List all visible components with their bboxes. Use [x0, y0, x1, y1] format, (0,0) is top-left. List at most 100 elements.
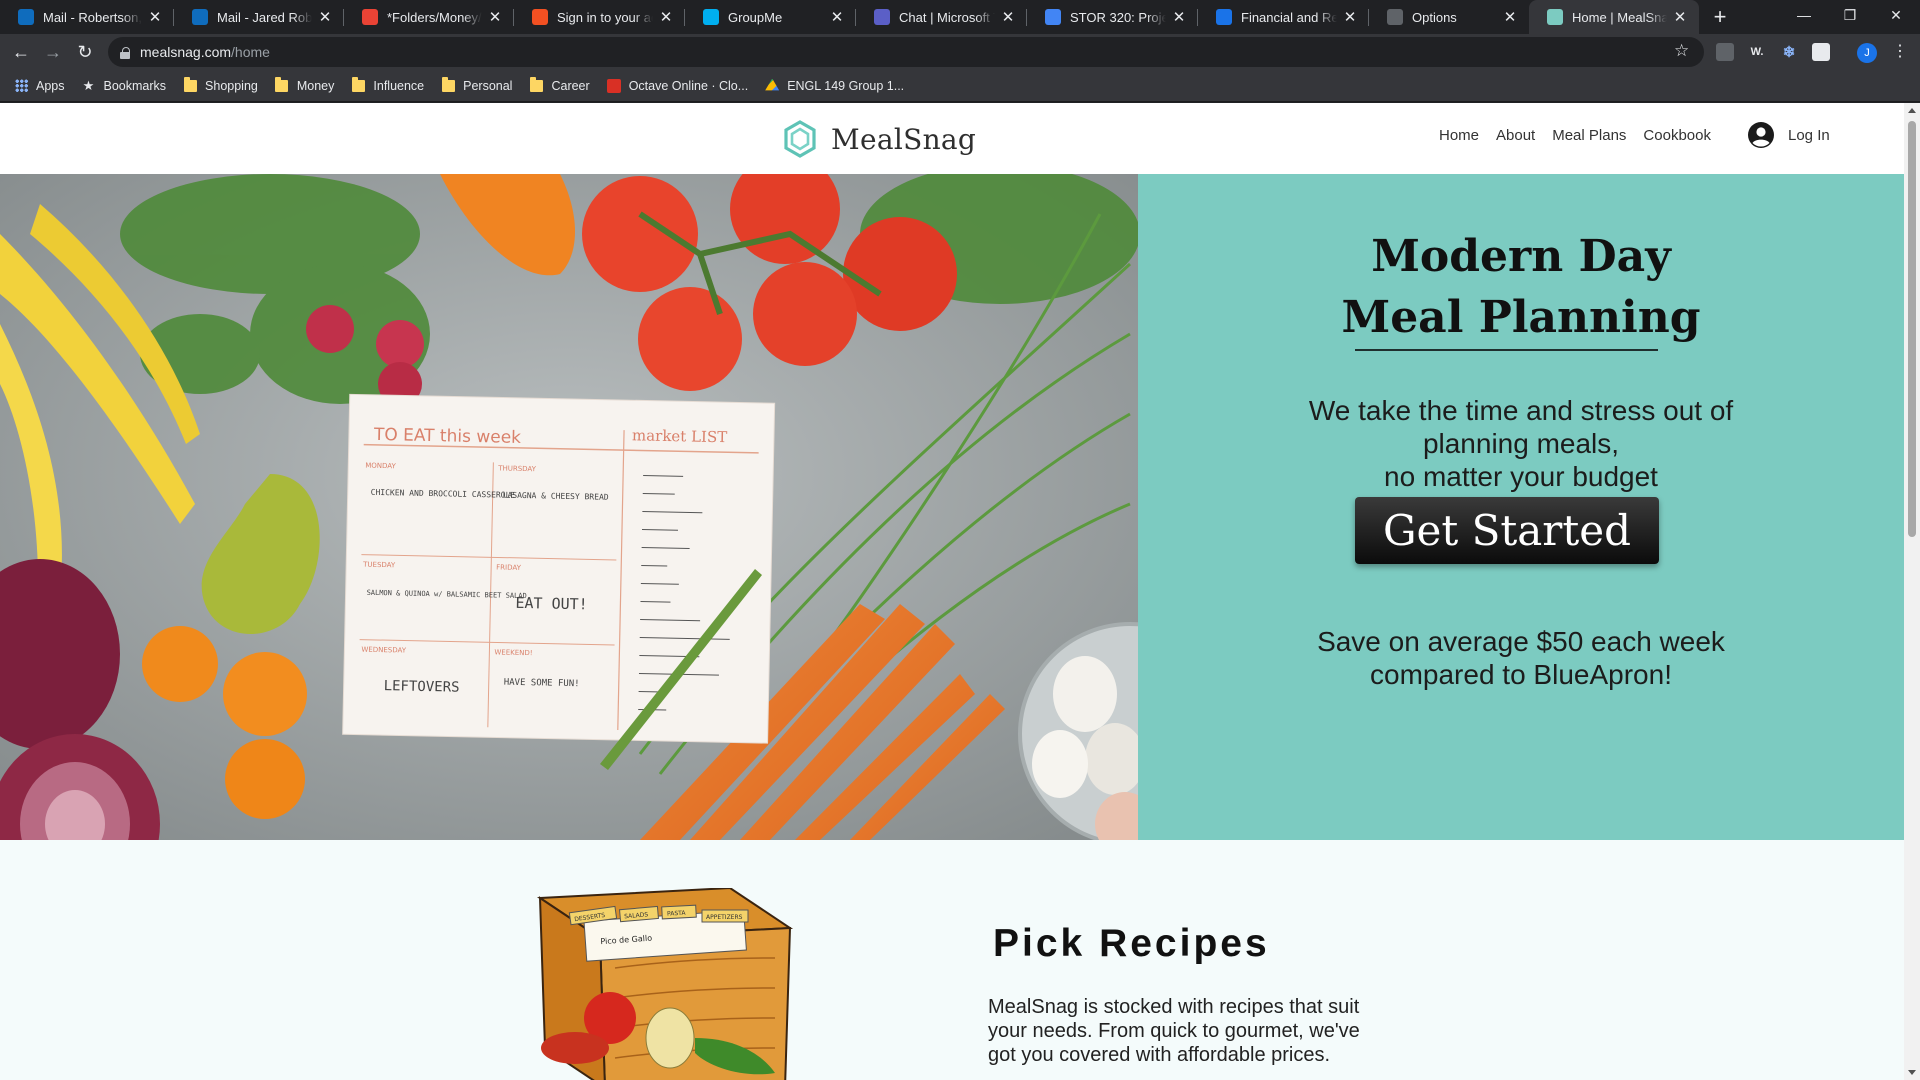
microsoft-icon [532, 9, 548, 25]
groupme-icon [703, 9, 719, 25]
folder-icon [183, 76, 197, 93]
tab-title: Chat | Microsoft Tea [899, 9, 995, 25]
back-icon[interactable]: ← [7, 38, 35, 66]
site-header: MealSnag Home About Meal Plans Cookbook … [0, 103, 1904, 174]
produce-flatlay-image: TO EAT this week market LIST MONDAY CHIC… [0, 174, 1138, 840]
close-tab-icon[interactable]: ✕ [1341, 8, 1359, 26]
teams-icon [874, 9, 890, 25]
close-tab-icon[interactable]: ✕ [316, 8, 334, 26]
bookmark-item[interactable]: Career [529, 76, 590, 93]
browser-tab[interactable]: Chat | Microsoft Tea✕ [856, 0, 1027, 34]
bookmark-label: Octave Online · Clo... [628, 78, 749, 93]
browser-tab[interactable]: Financial and Retire✕ [1198, 0, 1369, 34]
bookmark-item[interactable]: ENGL 149 Group 1... [765, 78, 904, 93]
site-logo[interactable]: MealSnag [783, 120, 976, 158]
restore-button[interactable]: ❐ [1827, 0, 1873, 30]
qr-extension-icon[interactable] [1812, 43, 1830, 61]
user-account-icon [1748, 122, 1774, 148]
section-body: MealSnag is stocked with recipes that su… [988, 996, 1360, 1066]
folder-icon [351, 76, 365, 93]
nav-home[interactable]: Home [1439, 127, 1479, 144]
bookmark-label: Personal [463, 78, 513, 93]
close-tab-icon[interactable]: ✕ [486, 8, 504, 26]
close-tab-icon[interactable]: ✕ [1671, 8, 1689, 26]
hero-savings-line-2: compared to BlueApron! [1370, 659, 1672, 690]
brand-name: MealSnag [831, 122, 977, 156]
planner-day-thursday: THURSDAY [497, 464, 537, 473]
browser-tab[interactable]: STOR 320: Project P✕ [1027, 0, 1198, 34]
browser-tab[interactable]: Home | MealSnag ✕ [1529, 0, 1699, 34]
browser-tab[interactable]: Mail - Jared Roberts✕ [174, 0, 344, 34]
close-tab-icon[interactable]: ✕ [146, 8, 164, 26]
hero-divider [1355, 349, 1658, 351]
bookmark-item[interactable]: Influence [351, 76, 425, 93]
close-tab-icon[interactable]: ✕ [1501, 8, 1519, 26]
tab-title: *Folders/Money/No [387, 9, 482, 25]
browser-tab[interactable]: Options ✕ [1369, 0, 1529, 34]
bookmark-item[interactable]: Shopping [183, 76, 258, 93]
bookmark-item[interactable]: ★ Bookmarks [82, 78, 166, 93]
close-tab-icon[interactable]: ✕ [999, 8, 1017, 26]
bookmark-item[interactable]: Money [275, 76, 334, 93]
browser-tab[interactable]: *Folders/Money/No✕ [344, 0, 514, 34]
planner-meal-weekend: HAVE SOME FUN! [504, 678, 580, 690]
bookmark-label: Shopping [205, 78, 258, 93]
scrollbar-thumb[interactable] [1908, 121, 1916, 537]
close-window-button[interactable]: ✕ [1873, 0, 1919, 30]
bookmarks-bar: Apps ★ Bookmarks Shopping Money Influence Pers… [0, 70, 1920, 102]
recipe-card-tab-3: PASTA [667, 910, 687, 918]
finance-icon [1216, 9, 1232, 25]
login-button[interactable]: Log In [1748, 122, 1830, 148]
close-tab-icon[interactable]: ✕ [1170, 8, 1188, 26]
nav-cookbook[interactable]: Cookbook [1643, 127, 1711, 144]
scroll-up-icon[interactable] [1908, 108, 1916, 113]
new-tab-button[interactable]: + [1707, 4, 1733, 30]
hero-subtitle-line-3: no matter your budget [1384, 461, 1658, 492]
bookmark-label: Career [551, 78, 590, 93]
planner-day-friday: FRIDAY [496, 563, 522, 572]
folder-icon [529, 76, 543, 93]
lock-icon [120, 46, 130, 59]
hero-subtitle-line-1: We take the time and stress out of [1308, 395, 1734, 426]
bookmark-item[interactable]: Personal [441, 76, 513, 93]
planner-day-tuesday: TUESDAY [362, 561, 396, 570]
gmail-icon [362, 9, 378, 25]
planner-day-monday: MONDAY [365, 462, 396, 471]
word-extension-icon[interactable]: W. [1748, 43, 1766, 61]
browser-tab[interactable]: Sign in to your acco✕ [514, 0, 685, 34]
extension-icon[interactable] [1716, 43, 1734, 61]
bookmark-label: Influence [373, 78, 425, 93]
nav-meal-plans[interactable]: Meal Plans [1552, 127, 1626, 144]
minimize-button[interactable]: — [1781, 0, 1827, 30]
close-tab-icon[interactable]: ✕ [657, 8, 675, 26]
browser-tab[interactable]: Mail - Robertson, Ja✕ [0, 0, 174, 34]
bookmark-item[interactable]: Octave Online · Clo... [606, 78, 749, 93]
mealsnag-icon [1547, 9, 1563, 25]
browser-toolbar: ← → ↻ mealsnag.com/home ☆ W. ❄ J ⋮ [0, 34, 1920, 70]
bookmark-item[interactable]: Apps [14, 79, 65, 93]
page-scrollbar[interactable] [1904, 103, 1920, 1080]
options-icon [1387, 9, 1403, 25]
main-nav: Home About Meal Plans Cookbook [1439, 127, 1728, 144]
nav-about[interactable]: About [1496, 127, 1535, 144]
planner-day-weekend: WEEKEND! [494, 648, 532, 657]
close-tab-icon[interactable]: ✕ [828, 8, 846, 26]
hero-subtitle: We take the time and stress out of plann… [1138, 394, 1904, 493]
get-started-button[interactable]: Get Started [1355, 497, 1659, 564]
outlook-icon [192, 9, 208, 25]
folder-icon [441, 76, 455, 93]
tab-title: Home | MealSnag [1572, 9, 1667, 25]
address-bar[interactable]: mealsnag.com/home [108, 37, 1704, 67]
menu-kebab-icon[interactable]: ⋮ [1892, 41, 1908, 61]
profile-avatar[interactable]: J [1857, 43, 1877, 63]
react-extension-icon[interactable]: ❄ [1780, 43, 1798, 61]
bookmark-star-icon[interactable]: ☆ [1674, 41, 1689, 61]
section-title: Pick Recipes [993, 922, 1270, 965]
tab-title: STOR 320: Project P [1070, 9, 1166, 25]
planner-meal-wednesday: LEFTOVERS [383, 678, 459, 696]
tab-title: GroupMe [728, 9, 783, 25]
scroll-down-icon[interactable] [1908, 1070, 1916, 1075]
browser-tab[interactable]: GroupMe ✕ [685, 0, 856, 34]
forward-icon[interactable]: → [39, 38, 67, 66]
reload-icon[interactable]: ↻ [71, 38, 99, 66]
